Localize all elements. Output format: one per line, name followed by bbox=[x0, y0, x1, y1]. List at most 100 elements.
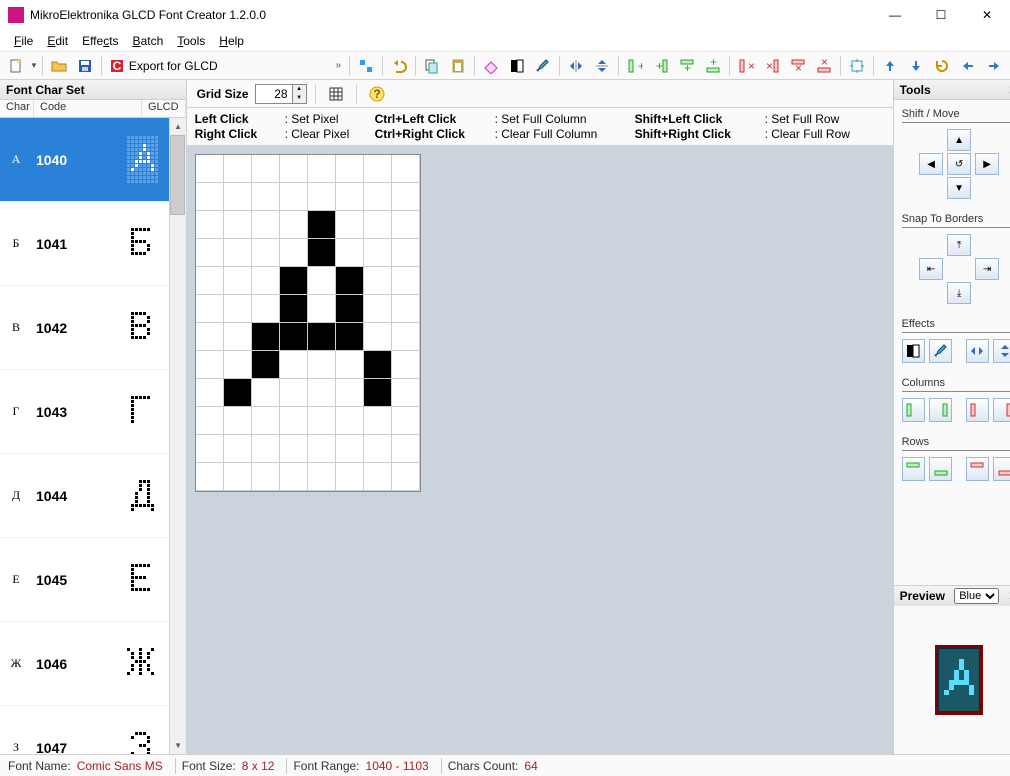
effect-mirror-v-button[interactable] bbox=[993, 339, 1010, 363]
char-row[interactable]: В1042 bbox=[0, 286, 186, 370]
pixel-cell[interactable] bbox=[224, 295, 252, 323]
row-ins-bottom-button[interactable]: + bbox=[701, 55, 725, 77]
pixel-cell[interactable] bbox=[224, 211, 252, 239]
pixel-cell[interactable] bbox=[336, 351, 364, 379]
pixel-cell[interactable] bbox=[392, 295, 420, 323]
pixel-cell[interactable] bbox=[364, 323, 392, 351]
pixel-cell[interactable] bbox=[224, 435, 252, 463]
pixel-cell[interactable] bbox=[392, 435, 420, 463]
pixel-cell[interactable] bbox=[280, 435, 308, 463]
char-row[interactable]: З1047 bbox=[0, 706, 186, 754]
col-glcd[interactable]: GLCD bbox=[142, 100, 186, 117]
pixel-cell[interactable] bbox=[308, 463, 336, 491]
pixel-cell[interactable] bbox=[308, 267, 336, 295]
pixel-cell[interactable] bbox=[336, 323, 364, 351]
col-ins-right-button[interactable]: + bbox=[649, 55, 673, 77]
pixel-cell[interactable] bbox=[364, 463, 392, 491]
pixel-cell[interactable] bbox=[308, 183, 336, 211]
pixel-cell[interactable] bbox=[364, 183, 392, 211]
pixel-cell[interactable] bbox=[364, 435, 392, 463]
move-down-button[interactable]: ▼ bbox=[947, 177, 971, 199]
pixel-cell[interactable] bbox=[308, 379, 336, 407]
maximize-button[interactable]: ☐ bbox=[918, 0, 964, 30]
pixel-cell[interactable] bbox=[364, 295, 392, 323]
pixel-cell[interactable] bbox=[280, 183, 308, 211]
pixel-cell[interactable] bbox=[280, 323, 308, 351]
pixel-cell[interactable] bbox=[252, 351, 280, 379]
pixel-cell[interactable] bbox=[196, 155, 224, 183]
pixel-cell[interactable] bbox=[252, 463, 280, 491]
toggle-grid-button[interactable] bbox=[324, 83, 348, 105]
menu-tools[interactable]: Tools bbox=[171, 32, 211, 50]
help-button[interactable]: ? bbox=[365, 83, 389, 105]
erase-button[interactable] bbox=[479, 55, 503, 77]
pixel-cell[interactable] bbox=[336, 463, 364, 491]
col-code[interactable]: Code bbox=[34, 100, 142, 117]
dropdown-icon[interactable]: ▼ bbox=[30, 61, 38, 70]
pixel-cell[interactable] bbox=[280, 351, 308, 379]
export-glcd-button[interactable]: C Export for GLCD bbox=[106, 55, 225, 77]
invert-button[interactable] bbox=[505, 55, 529, 77]
snap-left-button[interactable]: ⇤ bbox=[919, 258, 943, 280]
pixel-cell[interactable] bbox=[336, 183, 364, 211]
pixel-cell[interactable] bbox=[280, 211, 308, 239]
grid-size-spinner[interactable]: ▲▼ bbox=[255, 84, 307, 104]
close-button[interactable]: ✕ bbox=[964, 0, 1010, 30]
pixel-cell[interactable] bbox=[252, 407, 280, 435]
new-button[interactable] bbox=[4, 55, 28, 77]
save-button[interactable] bbox=[73, 55, 97, 77]
effect-invert-button[interactable] bbox=[902, 339, 925, 363]
col-del-left-button[interactable]: × bbox=[734, 55, 758, 77]
pixel-cell[interactable] bbox=[224, 239, 252, 267]
scroll-up-icon[interactable]: ▲ bbox=[170, 118, 186, 135]
snap-right-button[interactable]: ⇥ bbox=[975, 258, 999, 280]
pixel-cell[interactable] bbox=[364, 155, 392, 183]
minimize-button[interactable]: — bbox=[872, 0, 918, 30]
pixel-cell[interactable] bbox=[252, 267, 280, 295]
effect-brush-button[interactable] bbox=[929, 339, 952, 363]
pixel-cell[interactable] bbox=[308, 351, 336, 379]
pixel-cell[interactable] bbox=[364, 267, 392, 295]
spin-up-icon[interactable]: ▲ bbox=[292, 85, 306, 94]
pixel-cell[interactable] bbox=[308, 435, 336, 463]
paste-button[interactable] bbox=[446, 55, 470, 77]
pixel-cell[interactable] bbox=[224, 407, 252, 435]
pixel-cell[interactable] bbox=[336, 295, 364, 323]
char-row[interactable]: Е1045 bbox=[0, 538, 186, 622]
scrollbar[interactable]: ▲ ▼ bbox=[169, 118, 186, 754]
pixel-cell[interactable] bbox=[196, 379, 224, 407]
copy-button[interactable] bbox=[420, 55, 444, 77]
pixel-cell[interactable] bbox=[224, 351, 252, 379]
snap-all-button[interactable] bbox=[845, 55, 869, 77]
move-reset-button[interactable]: ↺ bbox=[947, 153, 971, 175]
pixel-cell[interactable] bbox=[252, 379, 280, 407]
pixel-cell[interactable] bbox=[364, 351, 392, 379]
pixel-cell[interactable] bbox=[336, 239, 364, 267]
menu-file[interactable]: File bbox=[8, 32, 39, 50]
pixel-cell[interactable] bbox=[224, 463, 252, 491]
pixel-cell[interactable] bbox=[196, 183, 224, 211]
brush-button[interactable] bbox=[531, 55, 555, 77]
shift-reset-button[interactable] bbox=[930, 55, 954, 77]
pixel-cell[interactable] bbox=[392, 183, 420, 211]
menu-effects[interactable]: Effects bbox=[76, 32, 124, 50]
pixel-cell[interactable] bbox=[252, 155, 280, 183]
move-right-button[interactable]: ▶ bbox=[975, 153, 999, 175]
row-remove-top-button[interactable] bbox=[966, 457, 989, 481]
pixel-cell[interactable] bbox=[196, 267, 224, 295]
pixel-cell[interactable] bbox=[392, 323, 420, 351]
scroll-thumb[interactable] bbox=[170, 135, 185, 215]
pixel-cell[interactable] bbox=[196, 435, 224, 463]
row-add-bottom-button[interactable] bbox=[929, 457, 952, 481]
pixel-cell[interactable] bbox=[252, 211, 280, 239]
char-row[interactable]: А1040 bbox=[0, 118, 186, 202]
pixel-cell[interactable] bbox=[364, 211, 392, 239]
pixel-cell[interactable] bbox=[308, 211, 336, 239]
pixel-cell[interactable] bbox=[196, 239, 224, 267]
pixel-cell[interactable] bbox=[392, 239, 420, 267]
shift-up-button[interactable] bbox=[878, 55, 902, 77]
pixel-cell[interactable] bbox=[280, 407, 308, 435]
pixel-cell[interactable] bbox=[336, 379, 364, 407]
pixel-cell[interactable] bbox=[280, 239, 308, 267]
char-row[interactable]: Г1043 bbox=[0, 370, 186, 454]
